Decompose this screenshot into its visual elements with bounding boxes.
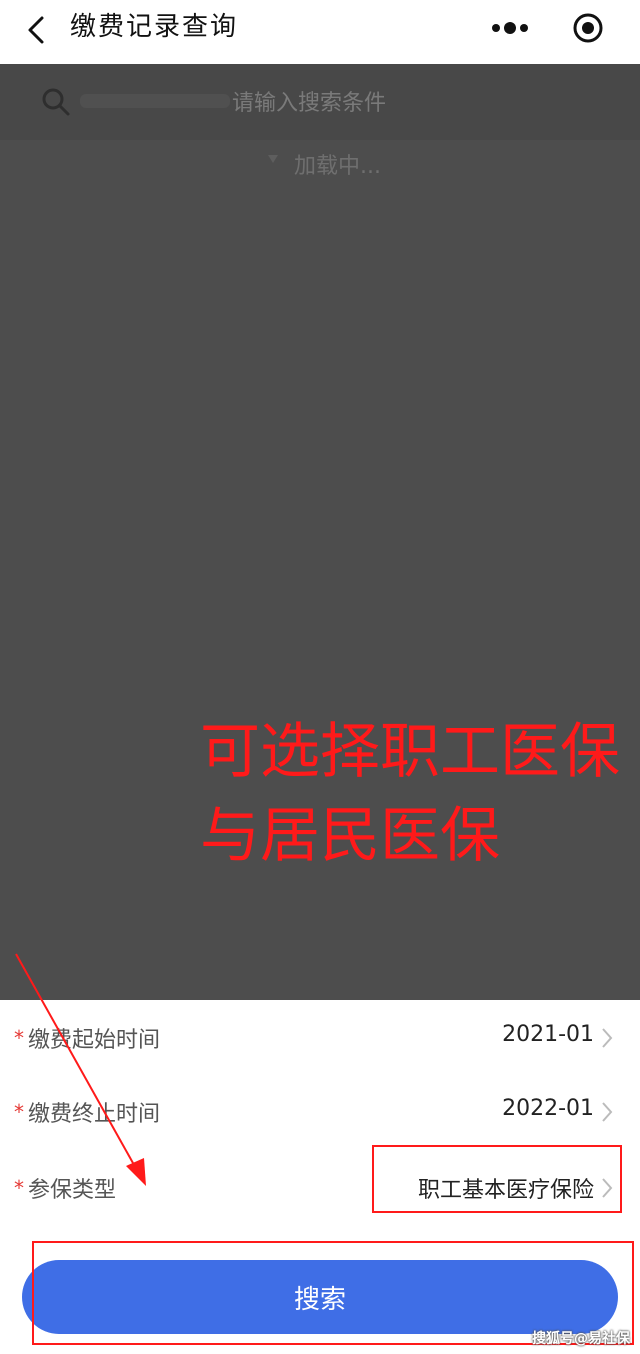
insurance-type-row[interactable]: * 参保类型 职工基本医疗保险 [0,1158,640,1218]
loading-text: 加载中... [294,154,381,179]
chevron-right-icon [602,1102,613,1122]
page: 缴费记录查询 请输入搜索条件 加载中... 可选择职工医保 与居民医保 * 缴费… [0,0,640,1354]
search-bar [0,64,640,140]
chevron-right-icon [602,1028,613,1048]
search-button[interactable]: 搜索 [22,1260,618,1334]
loading-indicator: 加载中... [266,144,406,184]
start-date-row[interactable]: * 缴费起始时间 2021-01 [0,1008,640,1068]
insurance-type-value[interactable]: 职工基本医疗保险 [418,1172,594,1204]
required-mark: * [14,1176,24,1200]
back-button[interactable] [18,10,58,50]
target-icon [573,13,603,43]
more-button[interactable] [470,6,550,46]
search-icon [40,86,72,118]
end-date-label: 缴费终止时间 [28,1102,161,1127]
search-input[interactable] [230,84,464,122]
end-date-value[interactable]: 2022-01 [502,1096,594,1121]
chevron-left-icon [28,16,44,44]
end-date-row[interactable]: * 缴费终止时间 2022-01 [0,1082,640,1142]
search-field-background [80,94,230,108]
title-bar: 缴费记录查询 [0,0,640,64]
start-date-label: 缴费起始时间 [28,1028,161,1053]
required-mark: * [14,1100,24,1124]
query-form-sheet: * 缴费起始时间 2021-01 * 缴费终止时间 2022-01 * 参保类型… [0,1000,640,1354]
watermark: 搜狐号@易社保 [532,1331,630,1347]
insurance-type-label: 参保类型 [28,1178,117,1203]
chevron-right-icon [602,1178,613,1198]
close-miniprogram-button[interactable] [564,6,612,46]
annotation-text: 可选择职工医保 与居民医保 [200,717,620,871]
page-title: 缴费记录查询 [70,12,239,42]
more-dots-icon [492,22,528,34]
spinner-icon [268,155,278,163]
required-mark: * [14,1026,24,1050]
start-date-value[interactable]: 2021-01 [502,1022,594,1047]
